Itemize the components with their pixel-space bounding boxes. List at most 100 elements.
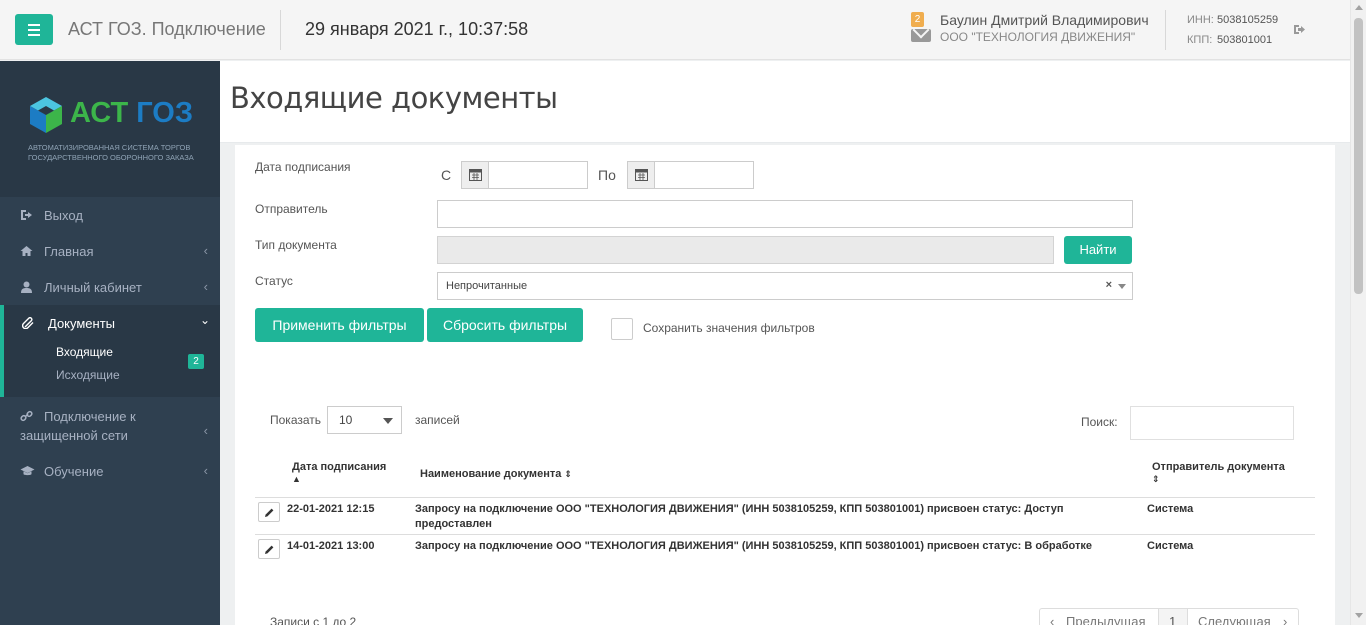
column-header-date[interactable]: Дата подписания ▲ [292,461,402,485]
find-button[interactable]: Найти [1064,236,1132,264]
sender-label: Отправитель [255,202,328,216]
doc-type-input[interactable] [437,236,1054,264]
status-select[interactable]: Непрочитанные × [437,272,1133,300]
edit-button[interactable] [258,539,280,559]
sidebar-item-label: Обучение [44,464,104,479]
chevron-down-icon: ⌄ [199,313,210,327]
menu-toggle-button[interactable] [15,14,53,45]
page-length-select[interactable]: 10 [327,406,402,434]
column-header-sender[interactable]: Отправитель документа ⇕ [1152,461,1302,485]
sidebar-item-label: Документы [48,316,116,331]
hamburger-icon [28,23,40,26]
show-label: Показать [270,413,322,427]
chevron-left-icon: ‹ [203,423,208,438]
sidebar-item-training[interactable]: Обучение ‹ [0,453,220,489]
sidebar-nav: Выход Главная ‹ Личный кабинет ‹ Докумен… [0,197,220,489]
date-to-label: По [598,167,616,183]
sort-icon: ⇕ [564,469,572,479]
row-date: 14-01-2021 13:00 [287,540,375,552]
apply-filters-button[interactable]: Применить фильтры [255,308,424,342]
pencil-icon [265,508,274,517]
graduation-cap-icon [20,466,35,476]
scroll-down-arrow-icon[interactable] [1355,613,1363,618]
sort-icon: ⇕ [1152,474,1160,484]
row-sender: Система [1147,540,1194,552]
home-icon [20,246,33,256]
scrollbar-thumb[interactable] [1354,18,1363,294]
logout-icon[interactable] [1293,24,1306,35]
kpp-value: 503801001 [1217,34,1273,46]
chevron-left-icon: ‹ [203,243,208,258]
page-scrollbar[interactable] [1350,0,1366,625]
inn-value: 5038105259 [1217,14,1279,26]
sidebar-item-label: Подключение к защищенной сети [20,409,136,443]
sidebar-item-home[interactable]: Главная ‹ [0,233,220,269]
logo-text: АСТ ГОЗ [70,97,194,129]
save-filters-checkbox[interactable] [611,318,633,340]
row-date: 22-01-2021 12:15 [287,503,375,515]
sidebar-item-logout[interactable]: Выход [0,197,220,233]
date-to-input[interactable] [627,161,754,189]
records-info: Записи с 1 до 2 [270,615,357,625]
sidebar-subitem-outgoing[interactable]: Исходящие [56,368,120,382]
edit-button[interactable] [258,502,280,522]
sidebar-item-label: Главная [44,244,94,259]
page-header: Входящие документы [220,61,1350,143]
sidebar-item-secure-network[interactable]: Подключение к защищенной сети ‹ [0,397,220,453]
logo-subtitle: Автоматизированная система торгов госуда… [28,143,194,162]
sidebar-item-label: Выход [44,208,83,223]
chevron-left-icon: ‹ [203,463,208,478]
row-document-name[interactable]: Запросу на подключение ООО "ТЕХНОЛОГИЯ Д… [415,502,1115,532]
table-search-input[interactable] [1130,406,1294,440]
calendar-icon[interactable] [628,162,655,188]
kpp-label: КПП: [1187,34,1213,46]
page-length-value: 10 [339,413,353,427]
sign-out-icon [21,210,32,220]
notifications-button[interactable]: 2 [911,12,931,44]
save-filters-label: Сохранить значения фильтров [643,321,815,335]
search-label: Поиск: [1081,415,1118,429]
row-document-name[interactable]: Запросу на подключение ООО "ТЕХНОЛОГИЯ Д… [415,539,1135,554]
pagination-page-1[interactable]: 1 [1158,608,1188,625]
pagination-next-button[interactable]: Следующая › [1187,608,1299,625]
sender-input[interactable] [437,200,1133,228]
scroll-up-arrow-icon[interactable] [1355,5,1363,10]
logo-cube-icon [30,97,62,133]
top-bar: АСТ ГОЗ. Подключение 29 января 2021 г., … [0,0,1350,60]
chevron-left-icon: ‹ [203,279,208,294]
sidebar-item-account[interactable]: Личный кабинет ‹ [0,269,220,305]
page-title: Входящие документы [230,81,558,115]
pencil-icon [265,545,274,554]
reset-filters-button[interactable]: Сбросить фильтры [427,308,583,342]
calendar-icon[interactable] [462,162,489,188]
date-from-label: С [441,167,452,183]
date-from-input[interactable] [461,161,588,189]
inn-label: ИНН: [1187,14,1214,26]
chevron-right-icon: › [1283,614,1288,625]
sidebar-item-documents[interactable]: Документы ⌄ Входящие 2 Исходящие [0,305,220,397]
sidebar-item-label: Личный кабинет [44,280,142,295]
table-divider [255,497,1315,498]
sidebar-subitem-incoming[interactable]: Входящие [56,345,113,359]
incoming-count-badge: 2 [188,354,204,369]
chevron-left-icon: ‹ [1050,614,1055,625]
status-label: Статус [255,274,293,288]
user-name[interactable]: Баулин Дмитрий Владимирович [940,12,1149,28]
column-header-name[interactable]: Наименование документа ⇕ [420,468,572,480]
caret-down-icon [383,418,393,424]
pagination-prev-button[interactable]: ‹ Предыдущая [1039,608,1159,625]
divider [1165,10,1166,50]
clear-icon[interactable]: × [1106,279,1112,291]
documents-card: Дата подписания С По Отправитель Тип док… [235,145,1335,625]
divider [280,10,281,50]
caret-down-icon [1118,284,1126,289]
app-title: АСТ ГОЗ. Подключение [68,19,266,39]
user-icon [21,281,32,293]
table-divider [255,534,1315,535]
current-datetime: 29 января 2021 г., 10:37:58 [305,19,529,39]
sidebar: АСТ ГОЗ Автоматизированная система торго… [0,61,220,625]
paperclip-icon [22,317,34,329]
sort-icon: ▲ [292,474,301,484]
logo-area: АСТ ГОЗ Автоматизированная система торго… [0,61,220,197]
row-sender: Система [1147,503,1194,515]
